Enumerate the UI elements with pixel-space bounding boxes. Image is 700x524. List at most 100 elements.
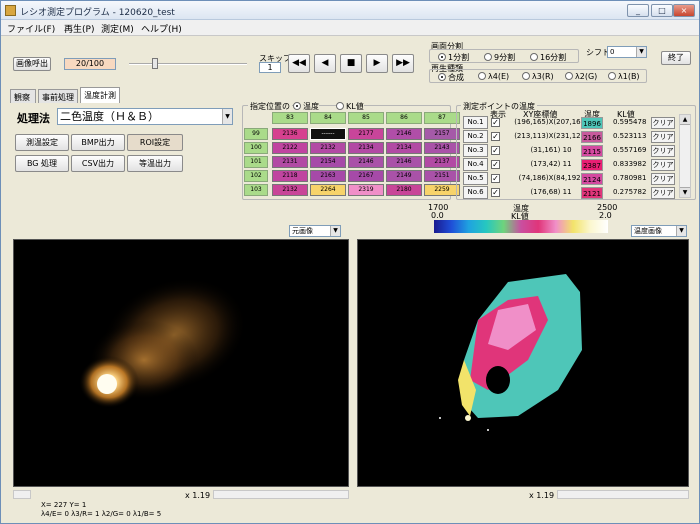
- split-1-radio[interactable]: 1分割: [438, 52, 469, 63]
- shift-select[interactable]: 0 ▼: [607, 46, 647, 58]
- measure-point-button[interactable]: No.2: [463, 130, 488, 143]
- slider-thumb[interactable]: [152, 58, 158, 69]
- method-label: 処理法: [17, 112, 50, 125]
- csv-output-button[interactable]: CSV出力: [71, 155, 125, 172]
- grid-row-header: 103: [244, 184, 268, 196]
- colorbar-kl-min: 0.0: [431, 211, 444, 220]
- grid-col-header: 83: [272, 112, 308, 124]
- measure-point-clear-button[interactable]: クリア: [651, 145, 675, 157]
- rewind-button[interactable]: ◀◀: [288, 54, 310, 73]
- grid-cell: 2264: [310, 184, 346, 196]
- chevron-down-icon: ▼: [636, 47, 646, 57]
- play-button[interactable]: ▶: [366, 54, 388, 73]
- measure-point-button[interactable]: No.3: [463, 144, 488, 157]
- measure-point-temp: 2115: [581, 145, 603, 157]
- isotherm-output-button[interactable]: 等温出力: [127, 155, 183, 172]
- playback-l4-radio[interactable]: λ4(E): [478, 72, 509, 81]
- measure-point-checkbox[interactable]: ✓: [491, 174, 500, 183]
- tab-preprocess[interactable]: 事前処理: [38, 89, 78, 103]
- measure-point-checkbox[interactable]: ✓: [491, 132, 500, 141]
- app-icon: [5, 5, 16, 16]
- temperature-image-view[interactable]: [357, 239, 689, 487]
- playback-composite-radio[interactable]: 合成: [438, 72, 464, 83]
- menu-measure[interactable]: 測定(M): [101, 22, 134, 35]
- bg-process-button[interactable]: BG 処理: [15, 155, 69, 172]
- grid-temp-radio[interactable]: 温度: [293, 101, 319, 112]
- position-grid-label: 指定位置の: [248, 101, 292, 112]
- measure-point-kl: 0.275782: [613, 188, 647, 196]
- measure-point-clear-button[interactable]: クリア: [651, 117, 675, 129]
- scroll-down-icon[interactable]: ▼: [680, 187, 690, 197]
- measure-point-checkbox[interactable]: ✓: [491, 160, 500, 169]
- measure-point-checkbox[interactable]: ✓: [491, 118, 500, 127]
- grid-cell: 2149: [386, 170, 422, 182]
- menu-file[interactable]: ファイル(F): [7, 22, 55, 35]
- measure-point-kl: 0.557169: [613, 146, 647, 154]
- minimize-button[interactable]: _: [627, 4, 649, 17]
- grid-cell: 2134: [386, 142, 422, 154]
- measure-point-checkbox[interactable]: ✓: [491, 146, 500, 155]
- measure-point-button[interactable]: No.6: [463, 186, 488, 199]
- playback-type-group: 合成 λ4(E) λ3(R) λ2(G) λ1(B): [429, 69, 647, 83]
- image-load-button[interactable]: 画像呼出: [13, 57, 51, 71]
- right-hscrollbar[interactable]: [557, 490, 689, 499]
- left-view-select[interactable]: 元画像 ▼: [289, 225, 341, 237]
- right-view-select[interactable]: 温度画像 ▼: [631, 225, 687, 237]
- tab-temperature[interactable]: 温度計測: [80, 87, 120, 103]
- method-select[interactable]: 二色温度（Ｈ＆Ｂ） ▼: [57, 108, 233, 125]
- title-bar: レシオ測定プログラム - 120620_test _ □ ×: [1, 1, 699, 20]
- grid-cell: 2163: [310, 170, 346, 182]
- measure-point-button[interactable]: No.4: [463, 158, 488, 171]
- original-image-view[interactable]: [13, 239, 349, 487]
- grid-row-header: 100: [244, 142, 268, 154]
- playback-l3-radio[interactable]: λ3(R): [522, 72, 554, 81]
- frame-slider[interactable]: [129, 58, 247, 70]
- measure-point-button[interactable]: No.1: [463, 116, 488, 129]
- playback-l2-radio[interactable]: λ2(G): [565, 72, 597, 81]
- skip-input[interactable]: 1: [259, 62, 281, 73]
- exit-button[interactable]: 終了: [661, 51, 691, 65]
- left-hscrollbar[interactable]: [213, 490, 349, 499]
- measure-point-kl: 0.523113: [613, 132, 647, 140]
- measure-point-checkbox[interactable]: ✓: [491, 188, 500, 197]
- roi-settings-button[interactable]: ROI設定: [127, 134, 183, 151]
- prev-frame-button[interactable]: ◀: [314, 54, 336, 73]
- close-button[interactable]: ×: [673, 4, 695, 17]
- grid-cell: 2146: [386, 156, 422, 168]
- measure-point-button[interactable]: No.5: [463, 172, 488, 185]
- grid-col-header: 84: [310, 112, 346, 124]
- menu-playback[interactable]: 再生(P): [64, 22, 94, 35]
- maximize-button[interactable]: □: [651, 4, 673, 17]
- tab-observe[interactable]: 観察: [10, 89, 36, 103]
- measure-points-scrollbar[interactable]: ▲ ▼: [679, 114, 691, 198]
- menu-bar: ファイル(F) 再生(P) 測定(M) ヘルプ(H): [1, 20, 699, 36]
- menu-help[interactable]: ヘルプ(H): [141, 22, 182, 35]
- left-scroll-left-icon[interactable]: [13, 490, 31, 499]
- temperature-map: [439, 274, 582, 431]
- measure-point-kl: 0.780981: [613, 174, 647, 182]
- split-9-radio[interactable]: 9分割: [484, 52, 515, 63]
- split-16-radio[interactable]: 16分割: [530, 52, 566, 63]
- measure-point-clear-button[interactable]: クリア: [651, 187, 675, 199]
- measure-point-kl: 0.595478: [613, 118, 647, 126]
- measure-point-clear-button[interactable]: クリア: [651, 173, 675, 185]
- playback-l1-radio[interactable]: λ1(B): [608, 72, 640, 81]
- bmp-output-button[interactable]: BMP出力: [71, 134, 125, 151]
- grid-row-header: 99: [244, 128, 268, 140]
- measure-point-clear-button[interactable]: クリア: [651, 159, 675, 171]
- measure-point-temp: 2166: [581, 131, 603, 143]
- status-channels: λ4/E= 0 λ3/R= 1 λ2/G= 0 λ1/B= 5: [41, 510, 162, 518]
- forward-button[interactable]: ▶▶: [392, 54, 414, 73]
- measure-point-clear-button[interactable]: クリア: [651, 131, 675, 143]
- measure-point-temp: 2387: [581, 159, 603, 171]
- grid-cell: 2136: [272, 128, 308, 140]
- grid-cell: 2118: [272, 170, 308, 182]
- grid-cell: 2132: [310, 142, 346, 154]
- grid-kl-radio[interactable]: KL値: [336, 101, 364, 112]
- measure-settings-button[interactable]: 測温設定: [15, 134, 69, 151]
- scroll-up-icon[interactable]: ▲: [680, 115, 690, 125]
- grid-cell: 2146: [386, 128, 422, 140]
- grid-cell: 2180: [386, 184, 422, 196]
- left-zoom-label: x 1.19: [185, 491, 211, 500]
- stop-button[interactable]: ■: [340, 54, 362, 73]
